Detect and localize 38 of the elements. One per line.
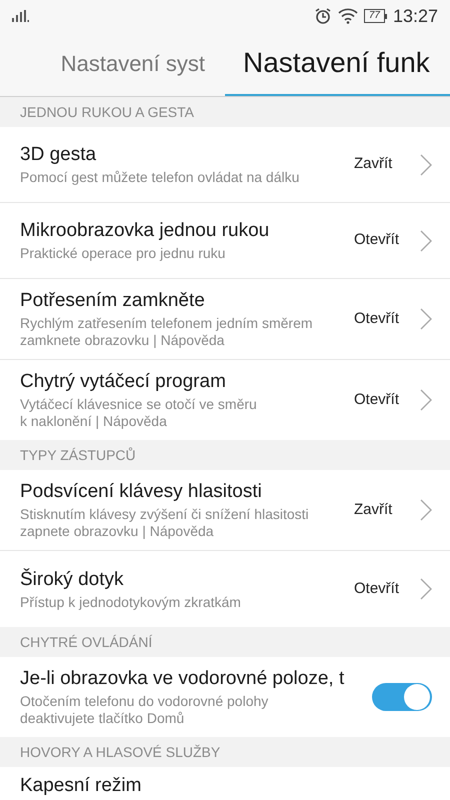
row-subtitle: Otočením telefonu do vodorovné polohy deaktivujete tlačítko Domů — [20, 693, 270, 727]
row-title: Potřesením zamkněte — [20, 289, 206, 313]
row-subtitle: Stisknutím klávesy zvýšení či snížení hlasitosti zapnete obrazovku | Nápověda — [20, 506, 310, 540]
row-title: Široký dotyk — [20, 568, 124, 592]
status-value: Otevřít — [354, 578, 400, 599]
row-subtitle: Pomocí gest můžete telefon ovládat na dálku — [20, 169, 300, 186]
status-value: Otevřít — [354, 230, 400, 250]
toggle-switch[interactable] — [372, 683, 432, 711]
row-title: Kapesní režim — [20, 774, 142, 798]
section-header: JEDNOU RUKOU A GESTA — [20, 102, 194, 122]
section-header: HOVORY A HLASOVÉ SLUŽBY — [20, 742, 220, 762]
tab[interactable]: Nastavení syst — [0, 32, 225, 96]
row-subtitle: Přístup k jednodotykovým zkratkám — [20, 594, 242, 610]
chevron-right-icon — [420, 499, 432, 521]
chevron-right-icon — [420, 308, 432, 330]
chevron-right-icon — [420, 230, 432, 252]
battery-icon: 77 — [364, 9, 387, 23]
status-value: Otevřít — [354, 390, 400, 410]
status-value: Zavřít — [354, 154, 394, 174]
row-title: 3D gesta — [20, 143, 98, 167]
chevron-right-icon — [420, 578, 432, 600]
wifi-icon — [338, 8, 358, 24]
chevron-right-icon — [420, 389, 432, 411]
section-header: TYPY ZÁSTUPCŮ — [20, 446, 136, 464]
chevron-right-icon — [420, 154, 432, 176]
alarm-icon — [314, 7, 332, 25]
row-title: Je-li obrazovka ve vodorovné poloze, t — [20, 667, 346, 691]
status-value: Zavřít — [354, 500, 394, 520]
row-title: Podsvícení klávesy hlasitosti — [20, 480, 263, 504]
row-title: Mikroobrazovka jednou rukou — [20, 219, 270, 243]
row-subtitle: Praktické operace pro jednu ruku — [20, 245, 226, 262]
status-time: 13:27 — [392, 4, 438, 28]
status-value: Otevřít — [354, 308, 400, 329]
signal-icon — [12, 10, 30, 22]
section-header: CHYTRÉ OVLÁDÁNÍ — [20, 632, 152, 652]
row-subtitle: Rychlým zatřesením telefonem jedním směrem zamknete obrazovku | Nápověda — [20, 315, 314, 349]
row-subtitle: Vytáčecí klávesnice se otočí ve směru k naklonění | Nápověda — [20, 396, 258, 430]
row-title: Chytrý vytáčecí program — [20, 370, 227, 394]
